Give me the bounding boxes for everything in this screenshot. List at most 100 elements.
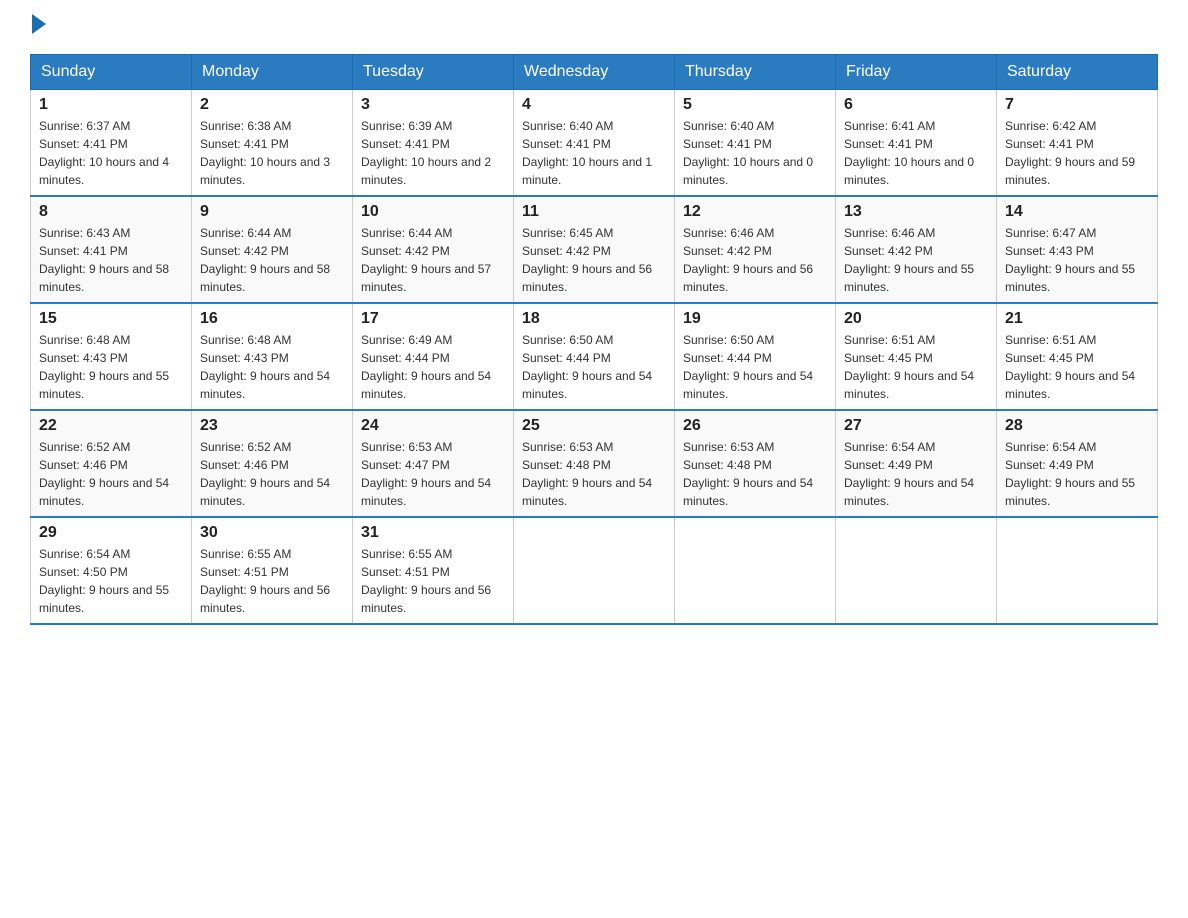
- logo-arrow-icon: [32, 14, 46, 34]
- day-number: 28: [1005, 417, 1149, 435]
- day-info: Sunrise: 6:43 AMSunset: 4:41 PMDaylight:…: [39, 224, 183, 296]
- day-cell-8: 8 Sunrise: 6:43 AMSunset: 4:41 PMDaylight…: [31, 196, 192, 303]
- day-cell-19: 19Sunrise: 6:50 AMSunset: 4:44 PMDayligh…: [675, 303, 836, 410]
- calendar-table: SundayMondayTuesdayWednesdayThursdayFrid…: [30, 54, 1158, 625]
- day-info: Sunrise: 6:48 AMSunset: 4:43 PMDaylight:…: [200, 331, 344, 403]
- day-number: 15: [39, 310, 183, 328]
- day-info: Sunrise: 6:55 AMSunset: 4:51 PMDaylight:…: [200, 545, 344, 617]
- day-cell-28: 28 Sunrise: 6:54 AMSunset: 4:49 PMDayligh…: [997, 410, 1158, 517]
- column-header-monday: Monday: [192, 55, 353, 90]
- week-row-4: 22 Sunrise: 6:52 AMSunset: 4:46 PMDayligh…: [31, 410, 1158, 517]
- day-number: 19: [683, 310, 827, 328]
- day-number: 4: [522, 96, 666, 114]
- day-info: Sunrise: 6:53 AMSunset: 4:48 PMDaylight:…: [522, 438, 666, 510]
- day-info: Sunrise: 6:44 AMSunset: 4:42 PMDaylight:…: [361, 224, 505, 296]
- day-number: 26: [683, 417, 827, 435]
- day-cell-17: 17 Sunrise: 6:49 AMSunset: 4:44 PMDayligh…: [353, 303, 514, 410]
- day-cell-7: 7 Sunrise: 6:42 AMSunset: 4:41 PMDaylight…: [997, 90, 1158, 197]
- day-cell-16: 16 Sunrise: 6:48 AMSunset: 4:43 PMDayligh…: [192, 303, 353, 410]
- day-number: 22: [39, 417, 183, 435]
- week-row-3: 15 Sunrise: 6:48 AMSunset: 4:43 PMDayligh…: [31, 303, 1158, 410]
- day-info: Sunrise: 6:55 AMSunset: 4:51 PMDaylight:…: [361, 545, 505, 617]
- day-cell-10: 10Sunrise: 6:44 AMSunset: 4:42 PMDayligh…: [353, 196, 514, 303]
- day-cell-1: 1Sunrise: 6:37 AMSunset: 4:41 PMDaylight…: [31, 90, 192, 197]
- day-number: 18: [522, 310, 666, 328]
- day-cell-13: 13 Sunrise: 6:46 AMSunset: 4:42 PMDayligh…: [836, 196, 997, 303]
- day-info: Sunrise: 6:52 AMSunset: 4:46 PMDaylight:…: [200, 438, 344, 510]
- day-number: 5: [683, 96, 827, 114]
- day-number: 3: [361, 96, 505, 114]
- day-cell-23: 23 Sunrise: 6:52 AMSunset: 4:46 PMDayligh…: [192, 410, 353, 517]
- day-cell-18: 18 Sunrise: 6:50 AMSunset: 4:44 PMDayligh…: [514, 303, 675, 410]
- day-info: Sunrise: 6:45 AMSunset: 4:42 PMDaylight:…: [522, 224, 666, 296]
- day-number: 23: [200, 417, 344, 435]
- day-number: 17: [361, 310, 505, 328]
- day-number: 16: [200, 310, 344, 328]
- day-cell-21: 21 Sunrise: 6:51 AMSunset: 4:45 PMDayligh…: [997, 303, 1158, 410]
- day-info: Sunrise: 6:44 AMSunset: 4:42 PMDaylight:…: [200, 224, 344, 296]
- day-number: 25: [522, 417, 666, 435]
- day-info: Sunrise: 6:54 AMSunset: 4:49 PMDaylight:…: [1005, 438, 1149, 510]
- day-info: Sunrise: 6:46 AMSunset: 4:42 PMDaylight:…: [683, 224, 827, 296]
- day-info: Sunrise: 6:49 AMSunset: 4:44 PMDaylight:…: [361, 331, 505, 403]
- day-cell-26: 26 Sunrise: 6:53 AMSunset: 4:48 PMDayligh…: [675, 410, 836, 517]
- day-number: 24: [361, 417, 505, 435]
- day-info: Sunrise: 6:46 AMSunset: 4:42 PMDaylight:…: [844, 224, 988, 296]
- day-number: 9: [200, 203, 344, 221]
- empty-cell: [675, 517, 836, 624]
- day-cell-27: 27 Sunrise: 6:54 AMSunset: 4:49 PMDayligh…: [836, 410, 997, 517]
- day-info: Sunrise: 6:39 AMSunset: 4:41 PMDaylight:…: [361, 117, 505, 189]
- empty-cell: [514, 517, 675, 624]
- day-number: 31: [361, 524, 505, 542]
- day-number: 6: [844, 96, 988, 114]
- empty-cell: [997, 517, 1158, 624]
- day-number: 14: [1005, 203, 1149, 221]
- day-cell-22: 22 Sunrise: 6:52 AMSunset: 4:46 PMDayligh…: [31, 410, 192, 517]
- day-number: 11: [522, 203, 666, 221]
- column-header-wednesday: Wednesday: [514, 55, 675, 90]
- day-cell-24: 24 Sunrise: 6:53 AMSunset: 4:47 PMDayligh…: [353, 410, 514, 517]
- day-number: 21: [1005, 310, 1149, 328]
- week-row-1: 1Sunrise: 6:37 AMSunset: 4:41 PMDaylight…: [31, 90, 1158, 197]
- day-info: Sunrise: 6:38 AMSunset: 4:41 PMDaylight:…: [200, 117, 344, 189]
- empty-cell: [836, 517, 997, 624]
- day-cell-9: 9 Sunrise: 6:44 AMSunset: 4:42 PMDaylight…: [192, 196, 353, 303]
- column-header-saturday: Saturday: [997, 55, 1158, 90]
- day-number: 7: [1005, 96, 1149, 114]
- day-cell-14: 14 Sunrise: 6:47 AMSunset: 4:43 PMDayligh…: [997, 196, 1158, 303]
- column-header-tuesday: Tuesday: [353, 55, 514, 90]
- day-cell-2: 2 Sunrise: 6:38 AMSunset: 4:41 PMDaylight…: [192, 90, 353, 197]
- page-header: [30, 20, 1158, 34]
- day-number: 8: [39, 203, 183, 221]
- day-info: Sunrise: 6:53 AMSunset: 4:47 PMDaylight:…: [361, 438, 505, 510]
- column-header-friday: Friday: [836, 55, 997, 90]
- day-number: 20: [844, 310, 988, 328]
- day-number: 13: [844, 203, 988, 221]
- day-info: Sunrise: 6:54 AMSunset: 4:50 PMDaylight:…: [39, 545, 183, 617]
- day-info: Sunrise: 6:54 AMSunset: 4:49 PMDaylight:…: [844, 438, 988, 510]
- day-cell-25: 25 Sunrise: 6:53 AMSunset: 4:48 PMDayligh…: [514, 410, 675, 517]
- day-cell-4: 4 Sunrise: 6:40 AMSunset: 4:41 PMDaylight…: [514, 90, 675, 197]
- day-info: Sunrise: 6:47 AMSunset: 4:43 PMDaylight:…: [1005, 224, 1149, 296]
- column-header-thursday: Thursday: [675, 55, 836, 90]
- day-info: Sunrise: 6:51 AMSunset: 4:45 PMDaylight:…: [1005, 331, 1149, 403]
- day-info: Sunrise: 6:48 AMSunset: 4:43 PMDaylight:…: [39, 331, 183, 403]
- calendar-header-row: SundayMondayTuesdayWednesdayThursdayFrid…: [31, 55, 1158, 90]
- day-info: Sunrise: 6:52 AMSunset: 4:46 PMDaylight:…: [39, 438, 183, 510]
- week-row-2: 8 Sunrise: 6:43 AMSunset: 4:41 PMDaylight…: [31, 196, 1158, 303]
- day-cell-29: 29Sunrise: 6:54 AMSunset: 4:50 PMDayligh…: [31, 517, 192, 624]
- day-info: Sunrise: 6:42 AMSunset: 4:41 PMDaylight:…: [1005, 117, 1149, 189]
- day-info: Sunrise: 6:40 AMSunset: 4:41 PMDaylight:…: [683, 117, 827, 189]
- column-header-sunday: Sunday: [31, 55, 192, 90]
- day-cell-12: 12Sunrise: 6:46 AMSunset: 4:42 PMDayligh…: [675, 196, 836, 303]
- day-info: Sunrise: 6:53 AMSunset: 4:48 PMDaylight:…: [683, 438, 827, 510]
- day-number: 27: [844, 417, 988, 435]
- day-number: 1: [39, 96, 183, 114]
- day-info: Sunrise: 6:40 AMSunset: 4:41 PMDaylight:…: [522, 117, 666, 189]
- day-info: Sunrise: 6:51 AMSunset: 4:45 PMDaylight:…: [844, 331, 988, 403]
- day-cell-15: 15 Sunrise: 6:48 AMSunset: 4:43 PMDayligh…: [31, 303, 192, 410]
- day-number: 2: [200, 96, 344, 114]
- day-cell-3: 3 Sunrise: 6:39 AMSunset: 4:41 PMDaylight…: [353, 90, 514, 197]
- day-info: Sunrise: 6:50 AMSunset: 4:44 PMDaylight:…: [522, 331, 666, 403]
- day-cell-5: 5 Sunrise: 6:40 AMSunset: 4:41 PMDaylight…: [675, 90, 836, 197]
